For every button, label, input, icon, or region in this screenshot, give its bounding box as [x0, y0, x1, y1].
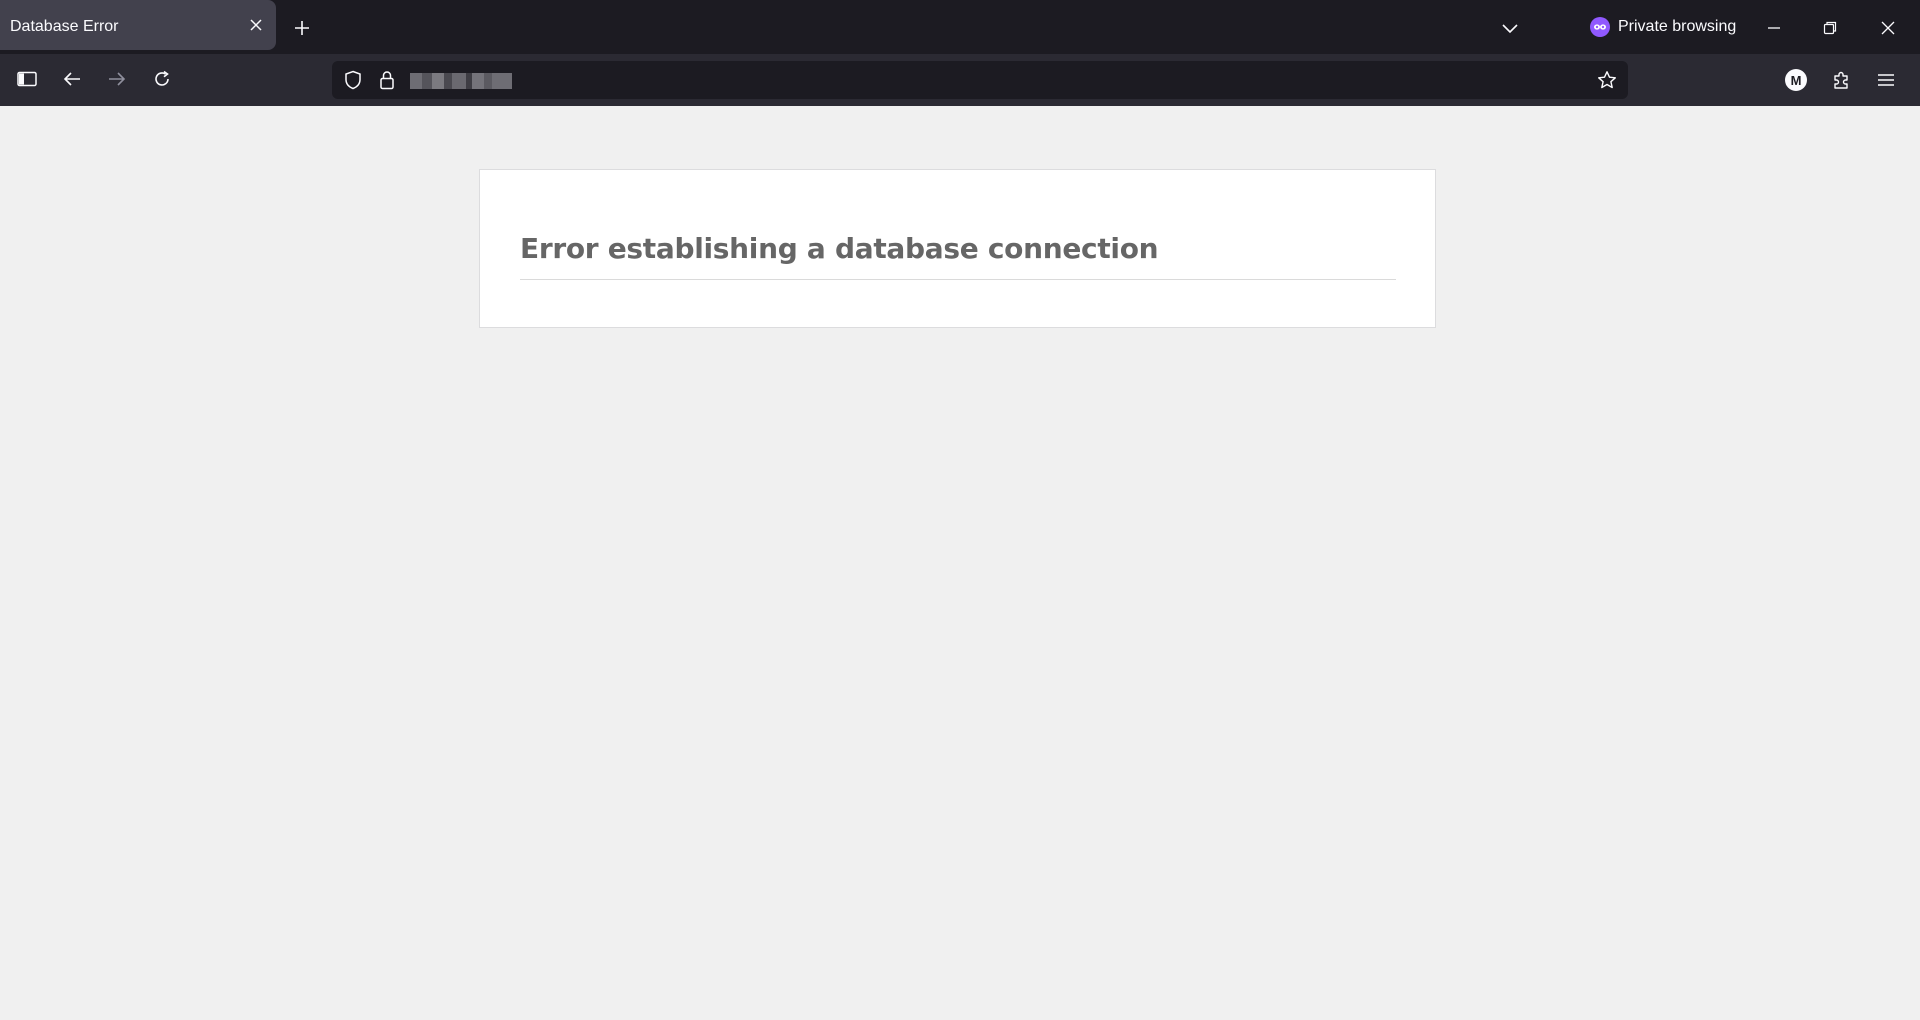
extensions-button[interactable] — [1828, 66, 1856, 94]
private-browsing-indicator: Private browsing — [1590, 14, 1736, 40]
lock-icon — [380, 71, 394, 90]
arrow-left-icon — [63, 72, 80, 86]
arrow-right-icon — [109, 72, 126, 86]
error-box: Error establishing a database connection — [479, 169, 1436, 328]
site-info-button[interactable] — [374, 67, 400, 93]
close-icon — [1881, 21, 1895, 35]
restore-button[interactable] — [1816, 14, 1844, 42]
reload-button[interactable] — [147, 64, 177, 94]
star-icon — [1598, 71, 1616, 89]
puzzle-icon — [1834, 71, 1848, 89]
avatar: M — [1785, 69, 1807, 91]
new-tab-button[interactable] — [288, 14, 316, 42]
app-menu-button[interactable] — [1872, 66, 1900, 94]
forward-button[interactable] — [102, 64, 132, 94]
private-mask-icon — [1590, 17, 1610, 37]
close-icon[interactable] — [246, 15, 266, 35]
close-window-button[interactable] — [1874, 14, 1902, 42]
sidebar-button[interactable] — [12, 64, 42, 94]
page-content: Error establishing a database connection — [0, 106, 1920, 1020]
plus-icon — [295, 21, 309, 35]
bookmark-button[interactable] — [1594, 67, 1620, 93]
url-redacted[interactable] — [410, 73, 512, 89]
list-all-tabs-button[interactable] — [1496, 14, 1524, 42]
page-title: Error establishing a database connection — [520, 232, 1396, 280]
tab-strip: Database Error Private browsing — [0, 0, 1920, 54]
tab-title: Database Error — [10, 18, 119, 35]
tab-active[interactable]: Database Error — [0, 0, 276, 50]
address-bar[interactable] — [332, 61, 1628, 99]
minimize-icon — [1768, 27, 1780, 29]
minimize-button[interactable] — [1760, 14, 1788, 42]
reload-icon — [155, 70, 169, 86]
private-browsing-label: Private browsing — [1618, 18, 1737, 35]
hamburger-icon — [1878, 74, 1894, 86]
account-button[interactable]: M — [1782, 66, 1810, 94]
back-button[interactable] — [57, 64, 87, 94]
restore-icon — [1823, 21, 1837, 35]
chevron-down-icon — [1502, 24, 1518, 34]
sidebar-icon — [17, 71, 37, 87]
tracking-protection-button[interactable] — [340, 67, 366, 93]
shield-icon — [345, 70, 361, 90]
nav-toolbar: M — [0, 54, 1920, 106]
